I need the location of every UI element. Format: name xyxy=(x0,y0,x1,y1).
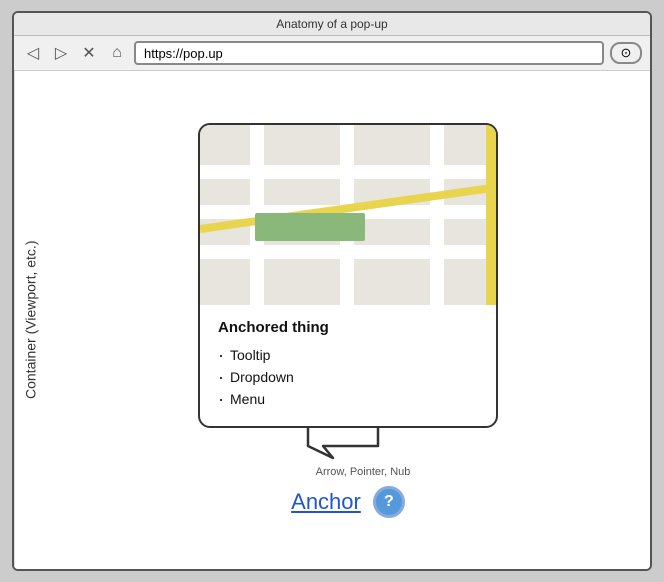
search-icon: ⊙ xyxy=(621,45,632,61)
browser-content: Container (Viewport, etc.) xyxy=(14,71,650,569)
container-label: Container (Viewport, etc.) xyxy=(14,71,46,569)
close-button[interactable]: ✕ xyxy=(78,42,100,64)
list-item: Tooltip xyxy=(218,344,478,366)
popup-body: Anchored thing Tooltip Dropdown Menu xyxy=(200,305,496,426)
main-area: Anchored thing Tooltip Dropdown Menu Arr… xyxy=(46,71,650,569)
search-button[interactable]: ⊙ xyxy=(610,42,642,64)
popup-arrow xyxy=(288,428,408,464)
back-icon: ◁ xyxy=(27,43,39,63)
bottom-section: Anchor ? xyxy=(291,486,405,518)
address-bar[interactable] xyxy=(134,41,604,65)
map-yellow-road-vertical xyxy=(486,125,496,305)
home-icon: ⌂ xyxy=(112,44,122,62)
popup-title: Anchored thing xyxy=(218,319,478,336)
title-bar: Anatomy of a pop-up xyxy=(14,13,650,36)
page-title: Anatomy of a pop-up xyxy=(276,17,387,31)
anchor-link[interactable]: Anchor xyxy=(291,489,361,515)
browser-window: Anatomy of a pop-up ◁ ▷ ✕ ⌂ ⊙ Container … xyxy=(12,11,652,571)
help-icon: ? xyxy=(384,493,394,511)
popup-list: Tooltip Dropdown Menu xyxy=(218,344,478,410)
list-item: Dropdown xyxy=(218,366,478,388)
popup-arrow-container xyxy=(288,428,408,464)
back-button[interactable]: ◁ xyxy=(22,42,44,64)
list-item: Menu xyxy=(218,388,478,410)
forward-icon: ▷ xyxy=(55,43,67,63)
map-green-block xyxy=(255,213,365,241)
close-icon: ✕ xyxy=(82,43,95,63)
map-road xyxy=(430,125,444,305)
help-button[interactable]: ? xyxy=(373,486,405,518)
forward-button[interactable]: ▷ xyxy=(50,42,72,64)
map-area xyxy=(200,125,496,305)
home-button[interactable]: ⌂ xyxy=(106,42,128,64)
arrow-label: Arrow, Pointer, Nub xyxy=(316,466,411,478)
popup-box: Anchored thing Tooltip Dropdown Menu xyxy=(198,123,498,428)
toolbar: ◁ ▷ ✕ ⌂ ⊙ xyxy=(14,36,650,71)
